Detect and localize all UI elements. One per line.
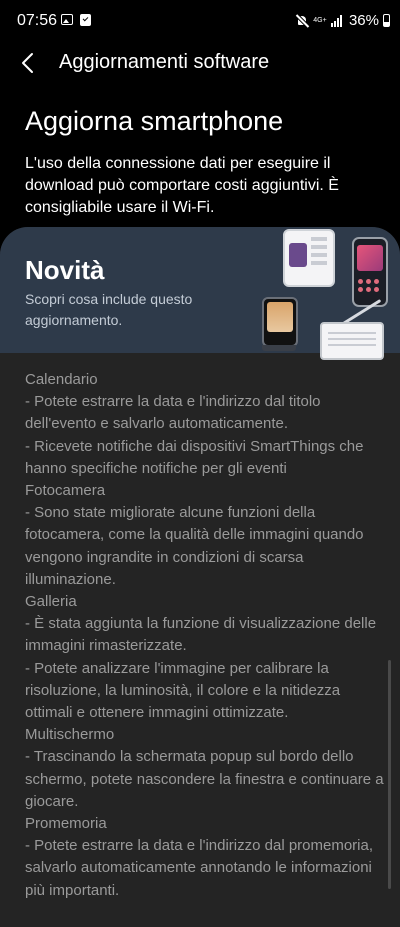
banner-subtitle: Scopri cosa include questo aggiornamento… xyxy=(25,291,193,328)
back-button[interactable] xyxy=(14,49,42,77)
whats-new-panel[interactable]: Novità Scopri cosa include questo aggior… xyxy=(0,227,400,927)
laptop-illustration xyxy=(320,322,384,360)
app-bar: Aggiornamenti software xyxy=(0,44,400,84)
scrollbar[interactable] xyxy=(388,660,391,889)
banner-title: Novità xyxy=(25,255,105,285)
release-notes: Calendario - Potete estrarre la data e l… xyxy=(25,371,384,899)
network-type: 4G+ xyxy=(313,17,327,24)
app-title: Aggiornamenti software xyxy=(59,51,270,73)
status-time: 07:56 xyxy=(17,12,58,29)
signal-icon xyxy=(330,14,345,27)
data-usage-notice: L'uso della connessione dati per eseguir… xyxy=(25,155,339,216)
whats-new-banner: Novità Scopri cosa include questo aggior… xyxy=(0,227,400,360)
foldable-illustration xyxy=(262,297,298,351)
status-bar: 07:56 4G+ 36% xyxy=(0,0,400,44)
battery-icon xyxy=(383,14,390,27)
battery-percent: 36% xyxy=(348,12,379,29)
task-check-icon xyxy=(80,14,91,26)
tablet-illustration xyxy=(283,229,335,287)
phone-illustration xyxy=(352,237,388,307)
status-indicators: 4G+ 36% xyxy=(295,12,390,29)
gallery-icon xyxy=(61,14,73,25)
back-arrow-icon xyxy=(22,53,33,73)
page-heading: Aggiorna smartphone xyxy=(25,106,284,136)
mute-icon xyxy=(295,14,309,28)
